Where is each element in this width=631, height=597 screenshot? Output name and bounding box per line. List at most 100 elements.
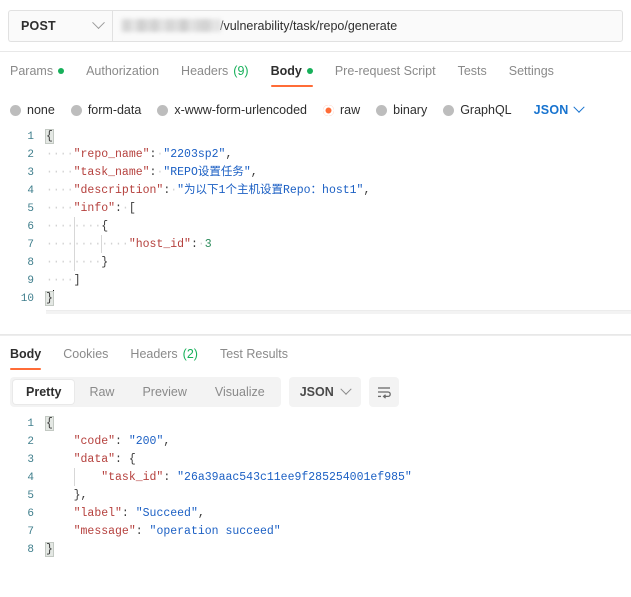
code-line: 3 "data": { xyxy=(0,451,631,469)
code-text: { xyxy=(45,129,54,144)
code-line: 2 "code": "200", xyxy=(0,433,631,451)
view-mode-visualize[interactable]: Visualize xyxy=(202,380,278,404)
response-body-viewer[interactable]: 1 { 2 "code": "200", 3 "data": { 4 "task… xyxy=(0,407,631,559)
view-mode-preview[interactable]: Preview xyxy=(129,380,199,404)
radio-icon xyxy=(157,104,169,116)
response-tab-test-results-label: Test Results xyxy=(219,347,289,361)
view-mode-raw-label: Raw xyxy=(89,385,115,399)
request-url-input[interactable]: /vulnerability/task/repo/generate xyxy=(112,9,623,42)
code-text: "label": "Succeed", xyxy=(73,507,205,520)
line-number: 4 xyxy=(27,472,34,484)
tab-settings[interactable]: Settings xyxy=(509,64,554,87)
tab-authorization-label: Authorization xyxy=(86,64,160,78)
body-type-graphql-label: GraphQL xyxy=(460,103,512,117)
chevron-down-icon xyxy=(340,383,352,395)
view-mode-pretty[interactable]: Pretty xyxy=(13,380,75,404)
response-tab-headers-label: Headers xyxy=(130,347,178,361)
response-tab-body[interactable]: Body xyxy=(10,347,42,370)
code-line: 8 } xyxy=(0,541,631,559)
line-number: 3 xyxy=(27,454,34,466)
line-number: 2 xyxy=(27,149,34,161)
response-code-area[interactable]: 1 { 2 "code": "200", 3 "data": { 4 "task… xyxy=(0,407,631,559)
view-mode-preview-label: Preview xyxy=(142,385,187,399)
tab-tests[interactable]: Tests xyxy=(458,64,487,87)
body-type-binary[interactable]: binary xyxy=(376,103,427,117)
code-text: "message": "operation succeed" xyxy=(73,525,281,538)
code-text: ····"task_name":·"REPO设置任务", xyxy=(46,166,258,179)
code-line: 3 ····"task_name":·"REPO设置任务", xyxy=(0,164,631,182)
line-number: 7 xyxy=(27,526,34,538)
tab-tests-label: Tests xyxy=(457,64,487,78)
request-url-path: /vulnerability/task/repo/generate xyxy=(220,18,398,33)
response-tab-headers[interactable]: Headers (2) xyxy=(130,347,198,370)
line-number: 8 xyxy=(27,257,34,269)
editor-horizontal-scrollbar[interactable] xyxy=(46,310,631,314)
body-type-form-data-label: form-data xyxy=(87,103,142,117)
request-tabs: Params Authorization Headers (9) Body Pr… xyxy=(0,52,631,88)
tab-params[interactable]: Params xyxy=(10,64,65,87)
body-type-urlencoded-label: x-www-form-urlencoded xyxy=(174,103,307,117)
radio-icon xyxy=(376,104,388,116)
tab-body-label: Body xyxy=(270,64,302,78)
response-tab-test-results[interactable]: Test Results xyxy=(220,347,288,370)
response-toolbar: Pretty Raw Preview Visualize JSON xyxy=(0,369,631,407)
code-text: ····"repo_name":·"2203sp2", xyxy=(46,148,233,161)
code-line: 1 { xyxy=(0,128,631,146)
code-text: "task_id": "26a39aac543c11ee9f285254001e… xyxy=(44,468,412,487)
body-type-raw[interactable]: raw xyxy=(323,103,360,117)
response-format-select[interactable]: JSON xyxy=(288,377,361,407)
code-text: ········} xyxy=(44,253,108,272)
code-line: 4 "task_id": "26a39aac543c11ee9f28525400… xyxy=(0,468,631,487)
tab-body[interactable]: Body xyxy=(270,64,314,87)
request-code-area[interactable]: 1 { 2 ····"repo_name":·"2203sp2", 3 ····… xyxy=(0,122,631,314)
code-line: 1 { xyxy=(0,415,631,433)
tab-authorization[interactable]: Authorization xyxy=(86,64,159,87)
view-mode-raw[interactable]: Raw xyxy=(76,380,127,404)
code-text: "data": { xyxy=(73,453,136,466)
view-mode-pretty-label: Pretty xyxy=(26,385,62,399)
modified-dot-icon xyxy=(306,68,313,74)
code-line: 8 ········} xyxy=(0,253,631,272)
code-line: 6 ········{ xyxy=(0,217,631,236)
code-line: 7 ············"host_id":·3 xyxy=(0,235,631,254)
radio-icon xyxy=(70,104,82,116)
tab-headers-count: (9) xyxy=(233,64,249,78)
line-number: 1 xyxy=(27,418,34,430)
radio-selected-icon xyxy=(323,104,334,116)
response-tab-body-label: Body xyxy=(10,347,42,361)
request-body-editor[interactable]: 1 { 2 ····"repo_name":·"2203sp2", 3 ····… xyxy=(0,122,631,314)
tab-settings-label: Settings xyxy=(508,64,554,78)
tab-params-label: Params xyxy=(10,64,54,78)
text-cursor xyxy=(52,290,55,303)
body-type-graphql[interactable]: GraphQL xyxy=(443,103,512,117)
chevron-down-icon xyxy=(573,101,586,113)
response-format-label: JSON xyxy=(299,385,334,399)
tab-pre-request-script[interactable]: Pre-request Script xyxy=(335,64,436,87)
body-format-label: JSON xyxy=(533,103,569,117)
redacted-host-blur xyxy=(121,19,221,32)
request-url-bar: POST /vulnerability/task/repo/generate xyxy=(0,0,631,52)
view-mode-visualize-label: Visualize xyxy=(214,385,265,399)
code-line: 7 "message": "operation succeed" xyxy=(0,523,631,541)
body-type-form-data[interactable]: form-data xyxy=(70,103,142,117)
line-number: 4 xyxy=(27,185,34,197)
line-number: 5 xyxy=(27,490,34,502)
code-text: ····"info":·[ xyxy=(46,202,136,215)
code-text: ············"host_id":·3 xyxy=(44,235,212,254)
code-text: ····] xyxy=(46,274,81,287)
tab-pre-request-script-label: Pre-request Script xyxy=(334,64,436,78)
code-line: 9 ····] xyxy=(0,272,631,290)
http-method-select[interactable]: POST xyxy=(8,9,112,42)
response-tab-cookies[interactable]: Cookies xyxy=(63,347,108,370)
body-type-none[interactable]: none xyxy=(10,103,55,117)
tab-headers[interactable]: Headers (9) xyxy=(181,64,249,87)
response-tab-cookies-label: Cookies xyxy=(63,347,109,361)
chevron-down-icon xyxy=(92,16,105,30)
code-text: } xyxy=(45,542,54,557)
body-format-select[interactable]: JSON xyxy=(533,101,586,117)
wrap-lines-icon xyxy=(377,387,391,399)
body-type-binary-label: binary xyxy=(393,103,428,117)
body-type-urlencoded[interactable]: x-www-form-urlencoded xyxy=(157,103,307,117)
wrap-lines-button[interactable] xyxy=(368,377,399,407)
code-text: }, xyxy=(73,489,88,502)
